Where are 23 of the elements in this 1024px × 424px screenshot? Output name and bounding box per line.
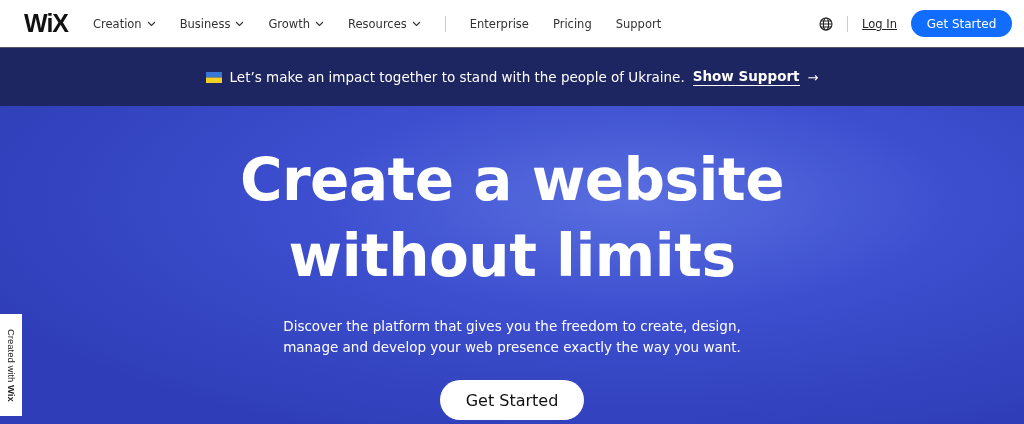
nav-link[interactable]: Enterprise: [469, 16, 529, 31]
wix-logo[interactable]: WiX: [24, 9, 68, 38]
hero-title: Create a website without limits: [239, 145, 785, 292]
chevron-down-icon: [411, 20, 421, 27]
banner-text: Let’s make an impact together to stand with the people of Ukraine.: [229, 69, 685, 85]
show-support-link[interactable]: Show Support: [692, 68, 800, 86]
nav-link[interactable]: Business: [179, 16, 245, 31]
nav-link[interactable]: Pricing: [552, 16, 592, 31]
nav-link[interactable]: Support: [615, 16, 662, 31]
ukraine-flag-icon: [205, 71, 222, 83]
nav-link[interactable]: Creation: [93, 16, 156, 31]
created-with-wix-badge[interactable]: Created with Wix: [0, 314, 22, 416]
hero-subtitle: Discover the platform that gives you the freedom to create, design, manage and develop your web presence exactly the way you want.: [283, 317, 741, 357]
globe-icon[interactable]: [819, 16, 834, 31]
nav-link[interactable]: Resources: [348, 16, 421, 31]
login-link[interactable]: Log In: [862, 16, 897, 31]
get-started-button[interactable]: Get Started: [440, 380, 584, 420]
nav-link[interactable]: Growth: [268, 16, 324, 31]
arrow-icon: →: [807, 69, 819, 85]
chevron-down-icon: [315, 20, 324, 27]
get-started-button[interactable]: Get Started: [911, 10, 1012, 37]
chevron-down-icon: [235, 20, 245, 27]
chevron-down-icon: [146, 20, 156, 27]
